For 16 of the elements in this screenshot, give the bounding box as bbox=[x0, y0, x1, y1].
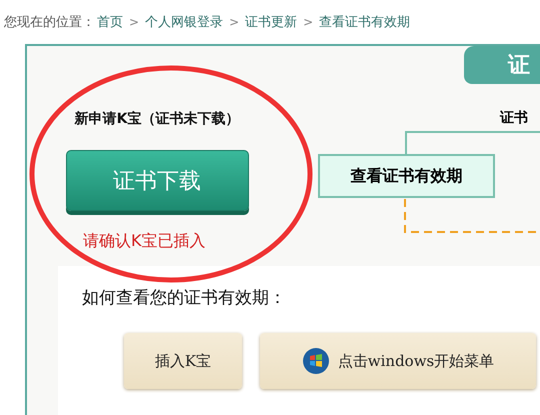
breadcrumb-label: 您现在的位置： bbox=[4, 14, 95, 31]
howto-title: 如何查看您的证书有效期： bbox=[82, 287, 287, 309]
step-label: 插入K宝 bbox=[154, 352, 212, 370]
breadcrumb-separator: > bbox=[129, 15, 140, 29]
breadcrumb-link[interactable]: 个人网银登录 bbox=[145, 13, 224, 31]
breadcrumb-separator: > bbox=[303, 15, 314, 29]
windows-logo-icon bbox=[302, 347, 330, 375]
breadcrumb-link[interactable]: 证书更新 bbox=[245, 13, 298, 31]
flow-node[interactable]: 查看证书有效期 bbox=[318, 154, 495, 198]
breadcrumb-link[interactable]: 首页 bbox=[97, 13, 123, 31]
flow-title: 证书 bbox=[500, 109, 528, 127]
breadcrumb-separator: > bbox=[229, 15, 240, 29]
section-title: 新申请K宝（证书未下载） bbox=[74, 110, 240, 128]
step-label: 点击windows开始菜单 bbox=[338, 352, 494, 370]
breadcrumb-link[interactable]: 查看证书有效期 bbox=[319, 13, 410, 31]
hint-text: 请确认K宝已插入 bbox=[83, 231, 206, 252]
